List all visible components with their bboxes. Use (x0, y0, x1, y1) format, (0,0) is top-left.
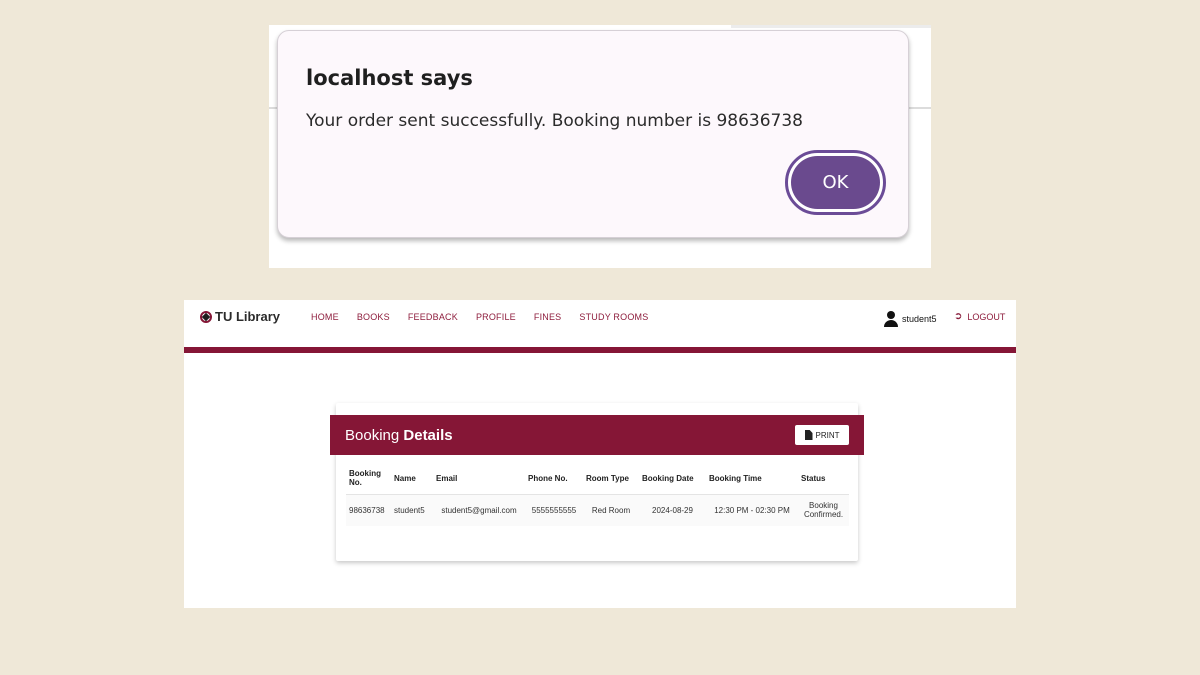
nav-study-rooms[interactable]: STUDY ROOMS (579, 312, 648, 322)
user-icon (884, 311, 898, 327)
table-header-row: Booking No. Name Email Phone No. Room Ty… (346, 463, 849, 495)
cell-email: student5@gmail.com (441, 505, 517, 515)
logout-link[interactable]: ➲ LOGOUT (954, 311, 1005, 322)
cell-booking-date: 2024-08-29 (652, 505, 693, 515)
nav-profile[interactable]: PROFILE (476, 312, 516, 322)
library-page-screenshot: TU Library HOME BOOKS FEEDBACK PROFILE F… (184, 300, 1016, 608)
user-menu[interactable]: student5 (884, 311, 937, 327)
username: student5 (902, 314, 937, 324)
column-header: Booking Time (706, 463, 798, 495)
nav-feedback[interactable]: FEEDBACK (408, 312, 458, 322)
alert-title: localhost says (306, 66, 473, 90)
column-header: Email (433, 463, 525, 495)
brand[interactable]: TU Library (200, 309, 280, 324)
ok-button-label: OK (791, 156, 880, 209)
brand-name: TU Library (215, 309, 281, 324)
column-header: Phone No. (525, 463, 583, 495)
cell-booking-time: 12:30 PM - 02:30 PM (714, 505, 790, 515)
navbar: TU Library HOME BOOKS FEEDBACK PROFILE F… (184, 300, 1016, 347)
nav-home[interactable]: HOME (311, 312, 339, 322)
cell-name: student5 (394, 505, 425, 515)
library-logo-icon (200, 310, 212, 323)
nav-fines[interactable]: FINES (534, 312, 562, 322)
cell-phone: 5555555555 (531, 505, 577, 515)
card-title: Booking Details (345, 427, 453, 444)
alert-message: Your order sent successfully. Booking nu… (306, 111, 804, 131)
navbar-accent-bar (184, 347, 1016, 353)
alert-screenshot: localhost says Your order sent successfu… (269, 25, 931, 268)
cell-status: Booking Confirmed. (803, 501, 844, 520)
nav-links: HOME BOOKS FEEDBACK PROFILE FINES STUDY … (311, 312, 648, 322)
document-icon (804, 430, 813, 440)
table-row: 98636738 student5 student5@gmail.com 555… (346, 494, 849, 526)
background-edge (731, 25, 931, 28)
column-header: Status (798, 463, 849, 495)
card-title-bold: Details (403, 427, 453, 444)
booking-details-card: Booking Details PRINT Booking No. Name E… (330, 403, 864, 561)
column-header: Name (391, 463, 433, 495)
logout-icon: ➲ (954, 311, 963, 322)
column-header: Booking No. (346, 463, 391, 495)
nav-books[interactable]: BOOKS (357, 312, 390, 322)
column-header: Room Type (583, 463, 639, 495)
alert-dialog: localhost says Your order sent successfu… (277, 30, 909, 238)
booking-table: Booking No. Name Email Phone No. Room Ty… (346, 463, 849, 526)
print-button[interactable]: PRINT (795, 425, 849, 445)
ok-button[interactable]: OK (785, 150, 886, 215)
logout-label: LOGOUT (967, 311, 1006, 322)
column-header: Booking Date (639, 463, 706, 495)
print-button-label: PRINT (815, 430, 840, 440)
cell-booking-no: 98636738 (349, 505, 385, 515)
card-header: Booking Details PRINT (330, 415, 864, 455)
cell-room-type: Red Room (591, 505, 631, 515)
card-title-plain: Booking (345, 427, 400, 444)
